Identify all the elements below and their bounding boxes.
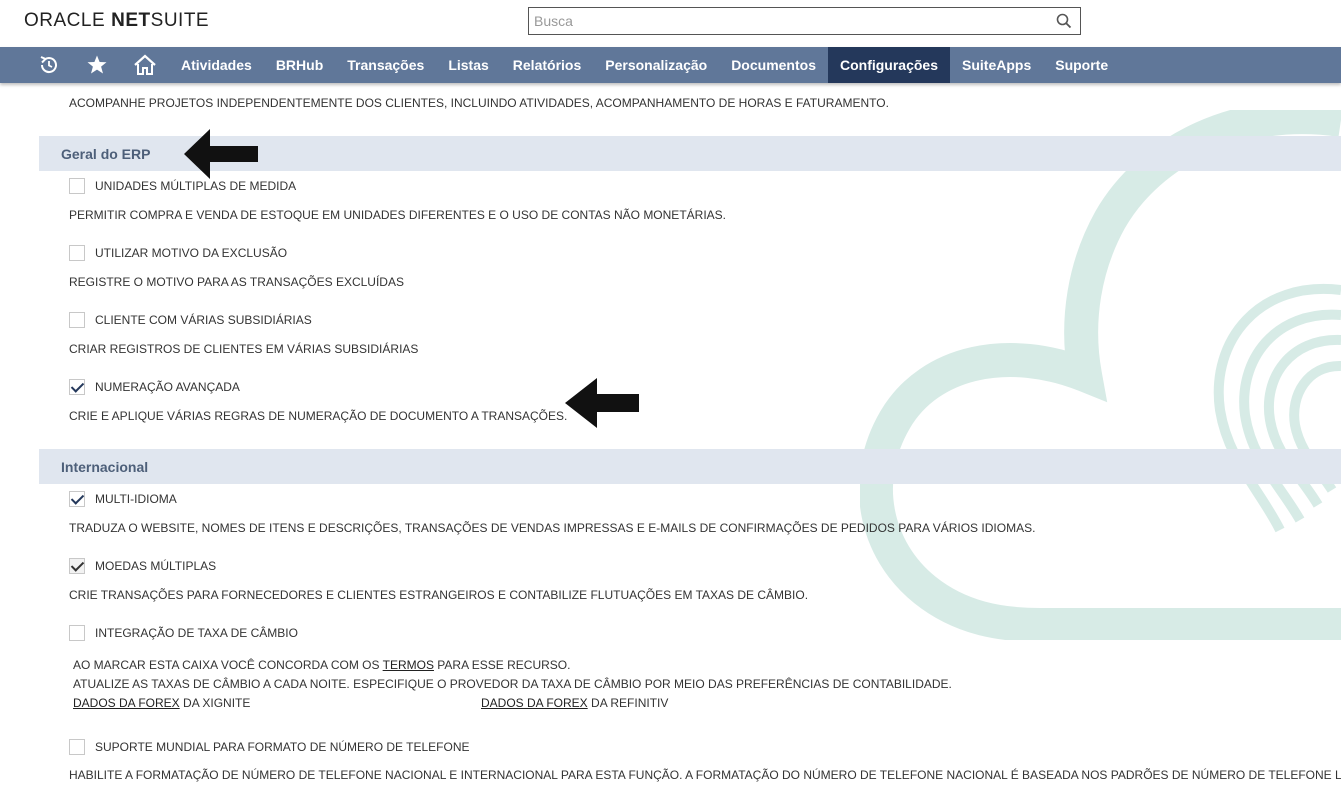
feature-checkbox[interactable] — [69, 245, 85, 261]
forex-xignite-text: DA XIGNITE — [179, 696, 251, 710]
feature-description: CRIE TRANSAÇÕES PARA FORNECEDORES E CLIE… — [69, 588, 809, 602]
feature-row: MULTI-IDIOMA — [69, 491, 177, 507]
nav-configuracoes[interactable]: Configurações — [827, 47, 950, 83]
feature-checkbox[interactable] — [69, 491, 85, 507]
nav-documentos[interactable]: Documentos — [719, 47, 828, 83]
feature-label: INTEGRAÇÃO DE TAXA DE CÂMBIO — [95, 626, 298, 640]
feature-checkbox[interactable] — [69, 379, 85, 395]
feature-row: NUMERAÇÃO AVANÇADA — [69, 379, 240, 395]
section-title: Internacional — [61, 459, 149, 475]
feature-checkbox[interactable] — [69, 739, 85, 755]
nav-atividades[interactable]: Atividades — [169, 47, 264, 83]
feature-description: REGISTRE O MOTIVO PARA AS TRANSAÇÕES EXC… — [69, 275, 404, 289]
search-input[interactable] — [529, 8, 1039, 34]
search-icon[interactable] — [1056, 13, 1072, 34]
forex-refinitiv-link[interactable]: DADOS DA FOREX — [481, 696, 588, 710]
feature-description: HABILITE A FORMATAÇÃO DE NÚMERO DE TELEF… — [69, 768, 1341, 782]
feature-label: UTILIZAR MOTIVO DA EXCLUSÃO — [95, 246, 288, 260]
feature-description: CRIAR REGISTROS DE CLIENTES EM VÁRIAS SU… — [69, 342, 419, 356]
nav-listas[interactable]: Listas — [436, 47, 500, 83]
home-icon[interactable] — [121, 47, 169, 83]
logo-suite-text: SUITE — [150, 10, 210, 31]
feature-checkbox[interactable] — [69, 178, 85, 194]
nav-relatorios[interactable]: Relatórios — [501, 47, 593, 83]
exchange-rate-description: ATUALIZE AS TAXAS DE CÂMBIO A CADA NOITE… — [73, 677, 952, 691]
section-title: Geral do ERP — [61, 146, 151, 162]
feature-checkbox[interactable] — [69, 558, 85, 574]
feature-description: ACOMPANHE PROJETOS INDEPENDENTEMENTE DOS… — [69, 96, 889, 110]
feature-checkbox[interactable] — [69, 312, 85, 328]
terms-text-post: PARA ESSE RECURSO. — [433, 658, 571, 672]
logo-oracle-text: ORACLE — [24, 10, 106, 31]
forex-refinitiv-text: DA REFINITIV — [587, 696, 669, 710]
global-search — [528, 7, 1081, 35]
forex-xignite: DADOS DA FOREX DA XIGNITE — [73, 696, 250, 710]
oracle-netsuite-logo[interactable]: ORACLE NETSUITE — [24, 10, 209, 32]
feature-row: UNIDADES MÚLTIPLAS DE MEDIDA — [69, 178, 296, 194]
feature-description: PERMITIR COMPRA E VENDA DE ESTOQUE EM UN… — [69, 208, 726, 222]
nav-brhub[interactable]: BRHub — [264, 47, 335, 83]
feature-row: CLIENTE COM VÁRIAS SUBSIDIÁRIAS — [69, 312, 312, 328]
arrow-icon — [184, 129, 258, 179]
forex-xignite-link[interactable]: DADOS DA FOREX — [73, 696, 180, 710]
feature-label: UNIDADES MÚLTIPLAS DE MEDIDA — [95, 179, 297, 193]
feature-row: INTEGRAÇÃO DE TAXA DE CÂMBIO — [69, 625, 298, 641]
recent-icon[interactable] — [25, 47, 73, 83]
section-header-internacional: Internacional — [39, 449, 1341, 484]
feature-row: UTILIZAR MOTIVO DA EXCLUSÃO — [69, 245, 287, 261]
main-nav: Atividades BRHub Transações Listas Relat… — [0, 47, 1341, 83]
feature-label: MOEDAS MÚLTIPLAS — [95, 559, 217, 573]
feature-row: MOEDAS MÚLTIPLAS — [69, 558, 216, 574]
logo-net-text: NET — [111, 10, 151, 31]
cloud-fingerprint-watermark — [860, 110, 1341, 640]
nav-suporte[interactable]: Suporte — [1043, 47, 1120, 83]
feature-label: CLIENTE COM VÁRIAS SUBSIDIÁRIAS — [95, 313, 312, 327]
feature-label: MULTI-IDIOMA — [95, 492, 177, 506]
forex-refinitiv: DADOS DA FOREX DA REFINITIV — [481, 696, 668, 710]
terms-text: AO MARCAR ESTA CAIXA VOCÊ CONCORDA COM O… — [73, 658, 570, 672]
feature-description: CRIE E APLIQUE VÁRIAS REGRAS DE NUMERAÇÃ… — [69, 409, 568, 423]
feature-label: NUMERAÇÃO AVANÇADA — [95, 380, 240, 394]
arrow-icon — [565, 378, 639, 428]
nav-suiteapps[interactable]: SuiteApps — [950, 47, 1043, 83]
feature-description: TRADUZA O WEBSITE, NOMES DE ITENS E DESC… — [69, 521, 1036, 535]
nav-personalizacao[interactable]: Personalização — [593, 47, 719, 83]
terms-text-pre: AO MARCAR ESTA CAIXA VOCÊ CONCORDA COM O… — [73, 658, 383, 672]
feature-label: SUPORTE MUNDIAL PARA FORMATO DE NÚMERO D… — [95, 740, 470, 754]
header: ORACLE NETSUITE — [0, 0, 1341, 47]
nav-transacoes[interactable]: Transações — [335, 47, 436, 83]
feature-row: SUPORTE MUNDIAL PARA FORMATO DE NÚMERO D… — [69, 739, 470, 755]
star-icon[interactable] — [73, 47, 121, 83]
terms-link[interactable]: TERMOS — [383, 658, 434, 672]
feature-checkbox[interactable] — [69, 625, 85, 641]
